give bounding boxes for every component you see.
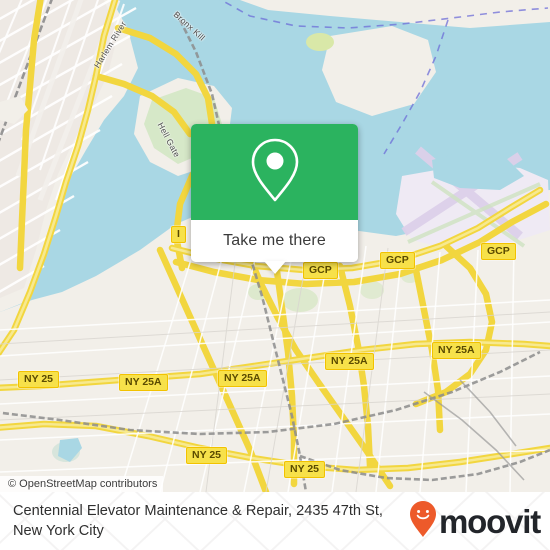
road-shield-ny25[interactable]: NY 25 <box>186 447 227 464</box>
map-canvas[interactable]: Harlem River Bronx Kill Hell Gate GCP GC… <box>0 0 550 492</box>
popup-tail <box>263 261 286 274</box>
moovit-logo[interactable]: moovit <box>409 500 541 543</box>
map-pin-icon <box>249 137 301 208</box>
road-shield-ny25[interactable]: NY 25 <box>284 461 325 478</box>
screenshot-root: Harlem River Bronx Kill Hell Gate GCP GC… <box>0 0 550 550</box>
road-shield-ny25a[interactable]: NY 25A <box>432 342 481 359</box>
popup-header <box>191 124 358 220</box>
road-shield-partial[interactable]: I <box>171 226 186 243</box>
map-attribution[interactable]: © OpenStreetMap contributors <box>0 476 164 492</box>
road-shield-ny25a[interactable]: NY 25A <box>119 374 168 391</box>
road-shield-ny25a[interactable]: NY 25A <box>218 370 267 387</box>
road-shield-gcp[interactable]: GCP <box>481 243 516 260</box>
moovit-pin-icon <box>409 500 437 543</box>
take-me-there-button[interactable]: Take me there <box>223 232 326 250</box>
moovit-wordmark: moovit <box>439 502 541 540</box>
footer-bar: Centennial Elevator Maintenance & Repair… <box>0 492 550 550</box>
road-shield-ny25[interactable]: NY 25 <box>18 371 59 388</box>
popup-footer[interactable]: Take me there <box>191 220 358 274</box>
road-shield-ny25a[interactable]: NY 25A <box>325 353 374 370</box>
road-shield-gcp[interactable]: GCP <box>380 252 415 269</box>
place-title: Centennial Elevator Maintenance & Repair… <box>13 503 383 539</box>
road-shield-gcp[interactable]: GCP <box>303 262 338 279</box>
location-popup-card[interactable]: Take me there <box>191 124 358 274</box>
